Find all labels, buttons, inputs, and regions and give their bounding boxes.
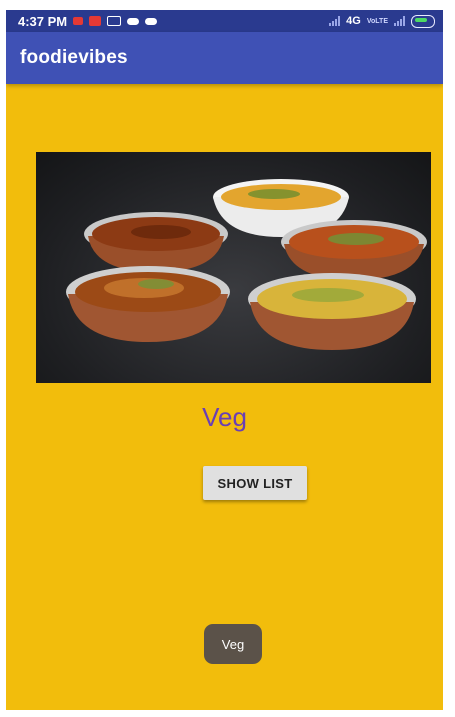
app-bar: foodievibes [6,32,443,84]
battery-icon [411,14,435,28]
app-title: foodievibes [20,47,128,68]
signal-icon [394,16,405,26]
category-title: Veg [202,402,247,432]
status-time: 4:37 PM [18,13,68,29]
toast-message: Veg [204,624,262,664]
cloud-icon [145,17,158,25]
app-screen: 4:37 PM 4G VoLTE foodievibes Veg SHOW LI… [6,10,443,710]
gmail-icon [73,17,84,25]
food-image [36,152,431,383]
food-bowls-illustration [66,179,427,350]
network-type: 4G [346,15,361,27]
show-list-button[interactable]: SHOW LIST [203,466,307,500]
status-bar: 4:37 PM 4G VoLTE [6,10,443,32]
cloud-icon [127,17,140,25]
youtube-icon [89,16,102,26]
toast-text: Veg [221,636,245,652]
signal-icon [329,16,341,26]
volte-badge: VoLTE [366,17,388,25]
message-icon [107,16,122,26]
